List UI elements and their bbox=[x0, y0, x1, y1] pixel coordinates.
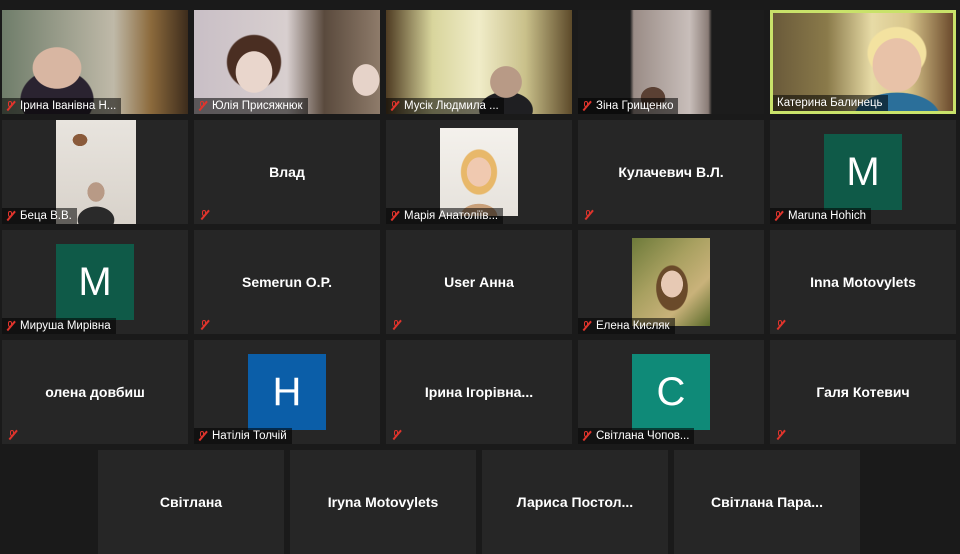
participant-tile[interactable]: олена довбиш bbox=[2, 340, 188, 444]
avatar-initial: C bbox=[632, 354, 710, 430]
participant-name-label: Беца В.В. bbox=[2, 208, 77, 224]
participant-tile[interactable]: Елена Кисляк bbox=[578, 230, 764, 334]
participant-name-label: Світлана Чопов... bbox=[578, 428, 695, 444]
participant-name: Світлана bbox=[159, 494, 223, 510]
participant-tile[interactable]: Беца В.В. bbox=[2, 120, 188, 224]
participant-tile[interactable]: Мусік Людмила ... bbox=[386, 10, 572, 114]
mic-muted-icon bbox=[6, 101, 15, 111]
mic-muted-icon bbox=[776, 430, 785, 440]
mic-muted-icon bbox=[390, 211, 399, 221]
participant-name: Галя Котевич bbox=[816, 384, 910, 400]
participant-tile[interactable]: C Світлана Чопов... bbox=[578, 340, 764, 444]
participant-tile[interactable]: H Натілія Толчій bbox=[194, 340, 380, 444]
mic-muted-icon bbox=[776, 320, 785, 330]
participant-tile[interactable]: User Анна bbox=[386, 230, 572, 334]
mic-muted-icon bbox=[392, 430, 401, 440]
participant-tile[interactable]: Юлія Присяжнюк bbox=[194, 10, 380, 114]
participant-name: User Анна bbox=[444, 274, 514, 290]
participant-name: Iryna Motovylets bbox=[327, 494, 439, 510]
mic-muted-icon bbox=[582, 321, 591, 331]
participant-tile[interactable]: Світлана Пара... bbox=[674, 450, 860, 554]
participant-name: Влад bbox=[269, 164, 305, 180]
participant-tile[interactable]: Кулачевич В.Л. bbox=[578, 120, 764, 224]
participant-name: Мусік Людмила ... bbox=[404, 100, 499, 112]
mic-muted-icon bbox=[392, 320, 401, 330]
participant-tile[interactable]: Катерина Балинець bbox=[770, 10, 956, 114]
participant-tile[interactable]: M Мируша Мирівна bbox=[2, 230, 188, 334]
avatar-photo bbox=[632, 238, 710, 326]
participant-tile[interactable]: Влад bbox=[194, 120, 380, 224]
participant-name: Inna Motovylets bbox=[810, 274, 916, 290]
participant-name: Мируша Мирівна bbox=[20, 320, 111, 332]
participant-name: Світлана Чопов... bbox=[596, 430, 690, 442]
mic-muted-icon bbox=[390, 101, 399, 111]
mic-muted-icon bbox=[200, 210, 209, 220]
participant-name: Кулачевич В.Л. bbox=[618, 164, 724, 180]
participant-tile[interactable]: Ірина Іванівна Н... bbox=[2, 10, 188, 114]
participant-name: Зіна Грищенко bbox=[596, 100, 674, 112]
mic-muted-icon bbox=[198, 431, 207, 441]
participant-name-label: Зіна Грищенко bbox=[578, 98, 679, 114]
avatar-initial: M bbox=[56, 244, 134, 320]
participant-tile[interactable]: Лариса Постол... bbox=[482, 450, 668, 554]
avatar-initial: H bbox=[248, 354, 326, 430]
participant-tile[interactable]: Inna Motovylets bbox=[770, 230, 956, 334]
participant-tile[interactable]: Iryna Motovylets bbox=[290, 450, 476, 554]
participant-name-label: Maruna Hohich bbox=[770, 208, 871, 224]
gallery-view: Ірина Іванівна Н... Юлія Присяжнюк Мусік Л… bbox=[0, 0, 960, 554]
mic-muted-icon bbox=[200, 320, 209, 330]
mic-muted-icon bbox=[6, 211, 15, 221]
participant-name: Натілія Толчій bbox=[212, 430, 287, 442]
participant-name: Лариса Постол... bbox=[516, 494, 634, 510]
participant-name-label: Мусік Людмила ... bbox=[386, 98, 504, 114]
participant-name: олена довбиш bbox=[45, 384, 145, 400]
participant-tile[interactable]: Зіна Грищенко bbox=[578, 10, 764, 114]
avatar-photo bbox=[440, 128, 518, 216]
mic-muted-icon bbox=[774, 211, 783, 221]
mic-muted-icon bbox=[582, 101, 591, 111]
participant-name-label: Натілія Толчій bbox=[194, 428, 292, 444]
participant-name: Юлія Присяжнюк bbox=[212, 100, 303, 112]
mic-muted-icon bbox=[8, 430, 17, 440]
participant-name: Катерина Балинець bbox=[777, 97, 883, 109]
mic-muted-icon bbox=[198, 101, 207, 111]
participant-name: Марія Анатоліїв... bbox=[404, 210, 499, 222]
participant-name-label: Марія Анатоліїв... bbox=[386, 208, 504, 224]
participant-name: Елена Кисляк bbox=[596, 320, 670, 332]
participant-name-label: Елена Кисляк bbox=[578, 318, 675, 334]
participant-tile[interactable]: Світлана bbox=[98, 450, 284, 554]
mic-muted-icon bbox=[582, 431, 591, 441]
participant-name-label: Катерина Балинець bbox=[773, 95, 888, 111]
participant-name: Ірина Ігорівна... bbox=[424, 384, 534, 400]
participant-tile[interactable]: Semerun O.P. bbox=[194, 230, 380, 334]
participant-name: Ірина Іванівна Н... bbox=[20, 100, 117, 112]
avatar-initial: M bbox=[824, 134, 902, 210]
mic-muted-icon bbox=[6, 321, 15, 331]
mic-muted-icon bbox=[584, 210, 593, 220]
participant-name: Maruna Hohich bbox=[788, 210, 866, 222]
participant-tile[interactable]: Галя Котевич bbox=[770, 340, 956, 444]
participant-name: Світлана Пара... bbox=[711, 494, 823, 510]
participant-tile[interactable]: Ірина Ігорівна... bbox=[386, 340, 572, 444]
participant-name: Беца В.В. bbox=[20, 210, 72, 222]
participant-name-label: Ірина Іванівна Н... bbox=[2, 98, 122, 114]
participant-tile[interactable]: M Maruna Hohich bbox=[770, 120, 956, 224]
participant-name: Semerun O.P. bbox=[241, 274, 332, 290]
participant-tile[interactable]: Марія Анатоліїв... bbox=[386, 120, 572, 224]
participant-name-label: Мируша Мирівна bbox=[2, 318, 116, 334]
participant-name-label: Юлія Присяжнюк bbox=[194, 98, 308, 114]
